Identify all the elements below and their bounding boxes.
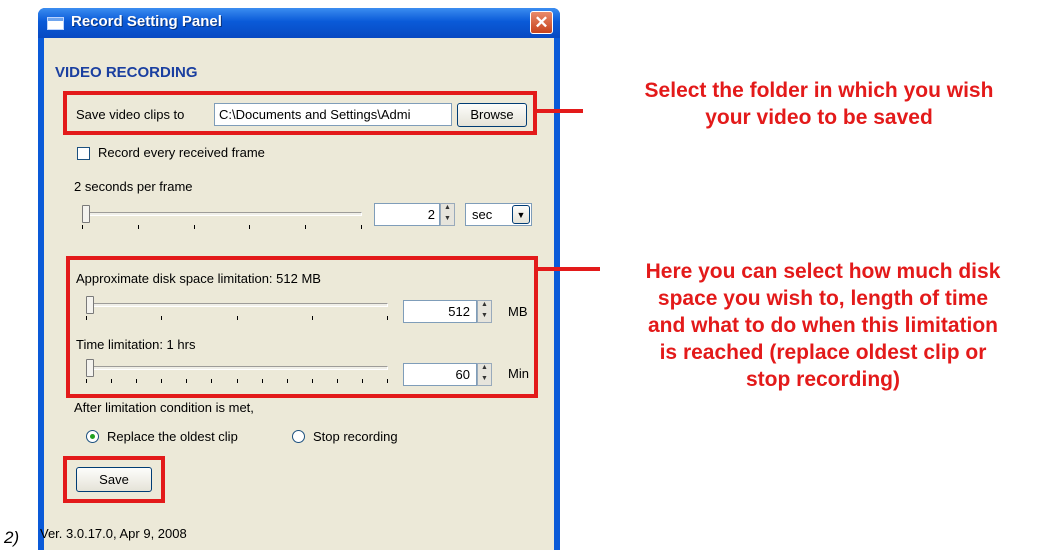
close-icon: ✕	[534, 13, 549, 32]
highlight-save-button	[63, 456, 165, 503]
stop-recording-label: Stop recording	[313, 429, 398, 444]
frame-rate-slider-track[interactable]	[82, 212, 362, 216]
slider-tick	[305, 225, 306, 229]
frame-rate-label: 2 seconds per frame	[74, 179, 193, 194]
slider-tick	[194, 225, 195, 229]
annotation-line: Select the folder in which you wish	[644, 79, 994, 102]
slider-tick	[138, 225, 139, 229]
app-window-icon	[47, 17, 64, 30]
frame-rate-slider-thumb[interactable]	[82, 205, 90, 223]
highlight-save-path	[63, 91, 537, 135]
annotation-folder: Select the folder in which you wish your…	[583, 77, 1055, 131]
slider-tick	[82, 225, 83, 229]
record-every-frame-label: Record every received frame	[98, 145, 265, 160]
step-label: 2)	[4, 528, 20, 547]
stop-recording-radio[interactable]	[292, 430, 305, 443]
window-title: Record Setting Panel	[71, 13, 222, 30]
annotation-line: space you wish to, length of time	[657, 287, 989, 310]
frame-rate-unit: sec	[472, 207, 493, 222]
after-limit-label: After limitation condition is met,	[74, 400, 254, 415]
record-every-frame-checkbox[interactable]	[77, 147, 90, 160]
highlight-limits	[66, 256, 538, 398]
dropdown-arrow-icon[interactable]: ▼	[512, 205, 530, 224]
close-button[interactable]: ✕	[530, 11, 553, 34]
replace-oldest-radio[interactable]	[86, 430, 99, 443]
annotation-line: and what to do when this limitation	[648, 314, 998, 337]
annotation-line: your video to be saved	[705, 106, 933, 129]
version-label: Ver. 3.0.17.0, Apr 9, 2008	[40, 526, 187, 541]
section-heading: VIDEO RECORDING	[55, 64, 198, 81]
annotation-line: is reached (replace oldest clip or	[659, 341, 987, 364]
replace-oldest-label: Replace the oldest clip	[107, 429, 238, 444]
frame-rate-value-field[interactable]: 2	[374, 203, 440, 226]
annotation-line: Here you can select how much disk	[645, 260, 1001, 283]
slider-tick	[249, 225, 250, 229]
spin-down-icon[interactable]: ▼	[441, 215, 454, 226]
slider-tick	[361, 225, 362, 229]
connector-line-folder	[537, 109, 583, 113]
spin-up-icon[interactable]: ▲	[441, 204, 454, 215]
annotation-limits: Here you can select how much disk space …	[588, 258, 1058, 393]
frame-rate-ticks	[82, 225, 362, 231]
annotation-line: stop recording)	[745, 368, 900, 391]
frame-rate-spinner[interactable]: ▲ ▼	[440, 203, 455, 226]
